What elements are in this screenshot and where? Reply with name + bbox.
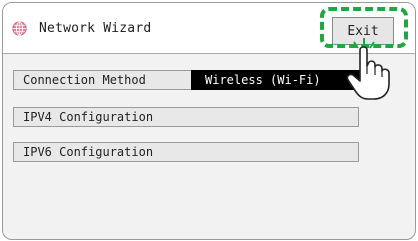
globe-icon <box>12 20 27 36</box>
ipv4-configuration-label: IPV4 Configuration <box>23 110 154 124</box>
connection-method-row[interactable]: Connection Method Wireless (Wi-Fi) <box>13 70 360 90</box>
ipv6-configuration-label: IPV6 Configuration <box>23 145 154 159</box>
ipv6-configuration-button[interactable]: IPV6 Configuration <box>13 142 359 162</box>
ipv4-configuration-button[interactable]: IPV4 Configuration <box>13 107 359 127</box>
connection-method-label: Connection Method <box>23 73 146 87</box>
window-title: Network Wizard <box>39 20 152 36</box>
connection-method-value[interactable]: Wireless (Wi-Fi) <box>191 70 360 90</box>
hand-pointer-icon <box>346 38 390 100</box>
